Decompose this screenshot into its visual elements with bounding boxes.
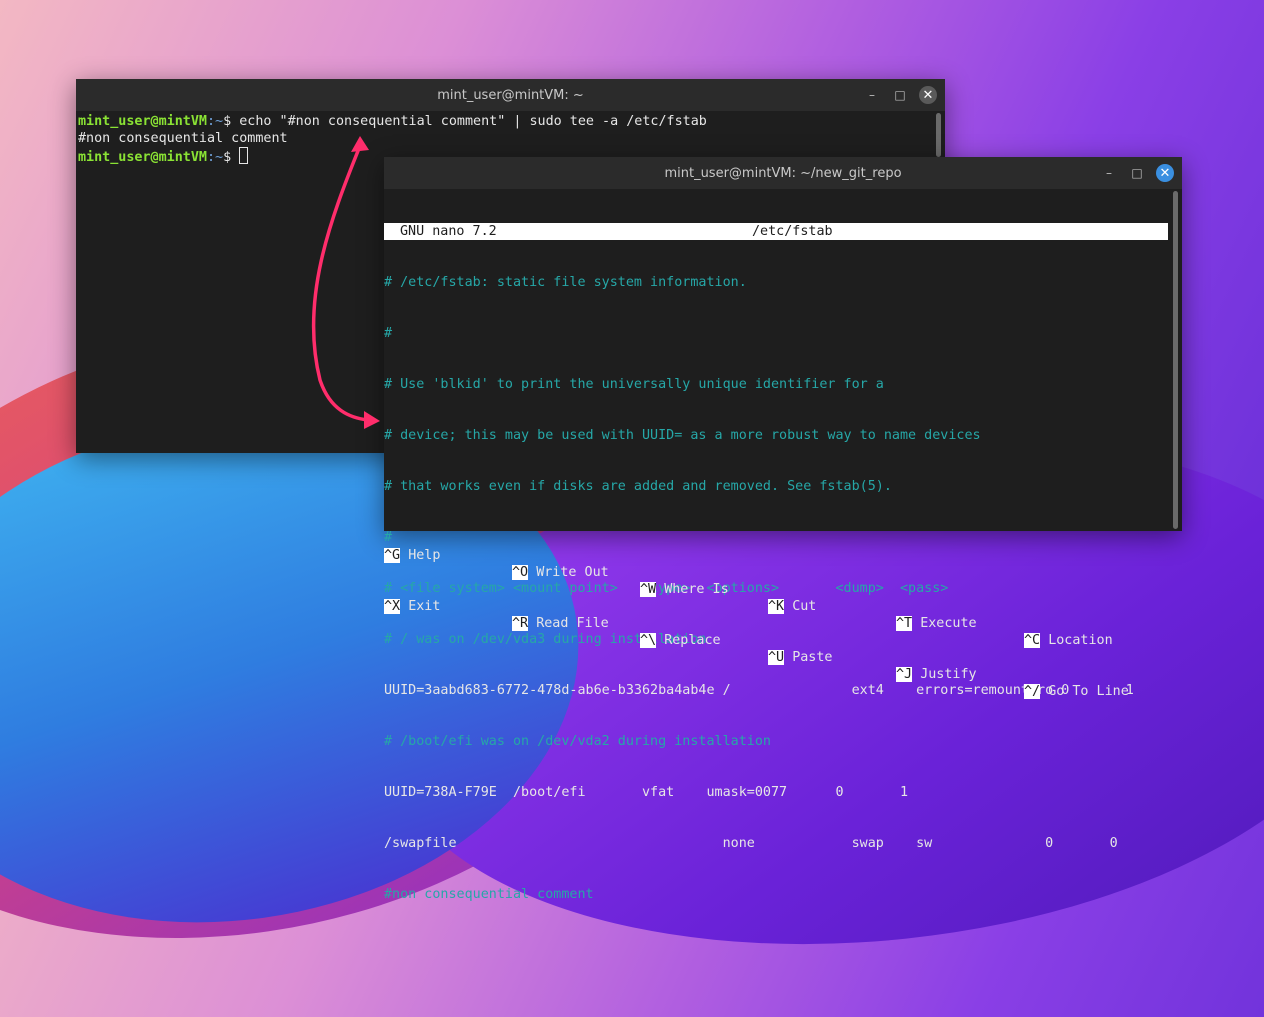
terminal-window-nano[interactable]: mint_user@mintVM: ~/new_git_repo – □ ✕ G… (384, 157, 1182, 902)
close-icon[interactable]: ✕ (919, 86, 937, 104)
window-controls: – □ ✕ (1100, 157, 1174, 189)
shortcut-row: ^G Help ^O Write Out ^W Where Is ^K Cut … (384, 530, 1174, 648)
file-line[interactable]: UUID=738A-F79E /boot/efi vfat umask=0077… (384, 784, 1182, 801)
prompt-symbol: $ (223, 150, 240, 165)
shortcut-write-out[interactable]: ^O Write Out (512, 564, 609, 581)
titlebar[interactable]: mint_user@mintVM: ~ – □ ✕ (76, 79, 945, 111)
nano-filename: /etc/fstab (752, 224, 833, 239)
file-line[interactable]: # /etc/fstab: static file system informa… (384, 274, 1182, 291)
shortcut-cut[interactable]: ^K Cut (768, 598, 816, 615)
terminal-line: mint_user@mintVM:~$ echo "#non consequen… (78, 113, 945, 130)
nano-shortcut-bar: ^G Help ^O Write Out ^W Where Is ^K Cut … (384, 496, 1174, 699)
file-line[interactable]: # /boot/efi was on /dev/vda2 during inst… (384, 733, 1182, 750)
command-text: echo "#non consequential comment" | sudo… (239, 114, 707, 129)
shortcut-exit[interactable]: ^X Exit (384, 598, 440, 615)
file-line[interactable]: /swapfile none swap sw 0 0 (384, 835, 1182, 852)
maximize-icon[interactable]: □ (891, 86, 909, 104)
file-line[interactable]: # that works even if disks are added and… (384, 478, 1182, 495)
shortcut-row: ^X Exit ^R Read File ^\ Replace ^U Paste… (384, 581, 1174, 699)
prompt-path: :~ (207, 114, 224, 129)
close-icon[interactable]: ✕ (1156, 164, 1174, 182)
shortcut-help[interactable]: ^G Help (384, 547, 440, 564)
prompt-path: :~ (207, 150, 224, 165)
terminal-output: #non consequential comment (78, 131, 288, 146)
shortcut-read-file[interactable]: ^R Read File (512, 615, 609, 632)
window-controls: – □ ✕ (863, 79, 937, 111)
minimize-icon[interactable]: – (863, 86, 881, 104)
scrollbar[interactable] (936, 113, 941, 157)
window-title: mint_user@mintVM: ~/new_git_repo (664, 165, 902, 181)
titlebar[interactable]: mint_user@mintVM: ~/new_git_repo – □ ✕ (384, 157, 1182, 189)
shortcut-paste[interactable]: ^U Paste (768, 649, 833, 666)
file-line[interactable]: # (384, 325, 1182, 342)
file-line-new-comment[interactable]: #non consequential comment (384, 886, 1182, 903)
minimize-icon[interactable]: – (1100, 164, 1118, 182)
file-line[interactable]: # device; this may be used with UUID= as… (384, 427, 1182, 444)
prompt-user: mint_user@mintVM (78, 114, 207, 129)
shortcut-execute[interactable]: ^T Execute (896, 615, 977, 632)
file-line[interactable]: # Use 'blkid' to print the universally u… (384, 376, 1182, 393)
shortcut-replace[interactable]: ^\ Replace (640, 632, 721, 649)
scrollbar[interactable] (1173, 191, 1178, 529)
shortcut-justify[interactable]: ^J Justify (896, 666, 977, 683)
window-title: mint_user@mintVM: ~ (437, 87, 584, 103)
text-cursor (239, 147, 249, 164)
prompt-symbol: $ (223, 114, 240, 129)
prompt-user: mint_user@mintVM (78, 150, 207, 165)
nano-version: GNU nano 7.2 (400, 224, 497, 239)
nano-header: GNU nano 7.2/etc/fstab (384, 223, 1168, 240)
shortcut-go-to-line[interactable]: ^/ Go To Line (1024, 683, 1129, 700)
maximize-icon[interactable]: □ (1128, 164, 1146, 182)
shortcut-location[interactable]: ^C Location (1024, 632, 1113, 649)
